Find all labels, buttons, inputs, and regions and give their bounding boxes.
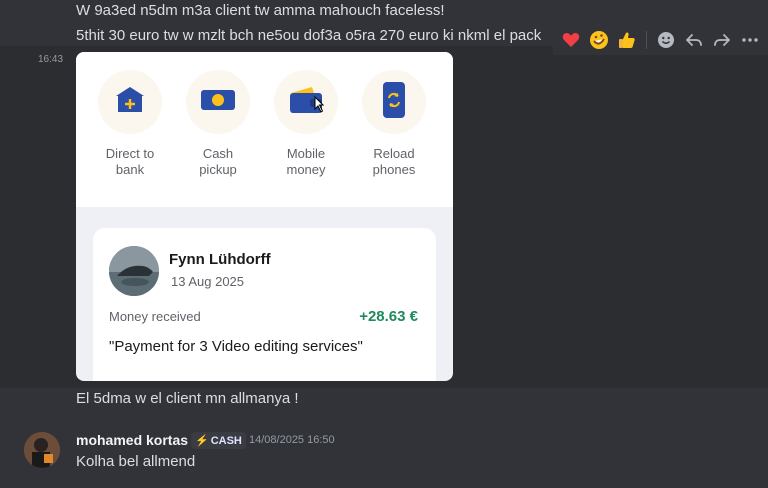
bank-icon — [114, 84, 146, 121]
payment-status: Money received — [109, 309, 201, 324]
option-mobile-money: Mobile money — [266, 70, 346, 178]
message-text-4: Kolha bel allmend — [76, 453, 196, 470]
message-timestamp: 14/08/2025 16:50 — [249, 434, 335, 446]
payment-amount: +28.63 € — [359, 308, 418, 325]
sender-name: Fynn Lühdorff — [169, 251, 271, 268]
option-cash-pickup: Cash pickup — [178, 70, 258, 178]
option-label: Mobile money — [286, 146, 326, 177]
heart-icon[interactable] — [559, 28, 583, 52]
option-direct-to-bank: Direct to bank — [90, 70, 170, 178]
wallet-icon — [288, 84, 325, 121]
payment-card: Fynn Lühdorff 13 Aug 2025 Money received… — [93, 228, 436, 381]
username[interactable]: mohamed kortas — [76, 432, 188, 448]
attachment-image[interactable]: Direct to bank Cash pickup Mobile money — [76, 52, 453, 381]
badge-label: CASH — [210, 434, 242, 447]
reply-icon[interactable] — [682, 28, 706, 52]
role-badge[interactable]: ⚡ CASH — [191, 432, 246, 449]
cash-icon — [200, 88, 236, 117]
message-text-2: 5thit 30 euro tw w mzlt bch ne5ou dof3a … — [76, 27, 542, 44]
message-text-3: El 5dma w el client mn allmanya ! — [76, 390, 299, 407]
message-timestamp: 16:43 — [38, 54, 64, 65]
rofl-emoji-icon[interactable] — [587, 28, 611, 52]
payment-note: "Payment for 3 Video editing services" — [109, 338, 363, 355]
more-icon[interactable] — [738, 28, 762, 52]
thumbs-up-icon[interactable] — [615, 28, 639, 52]
message-text-1: W 9a3ed n5dm m3a client tw amma mahouch … — [76, 2, 445, 19]
payment-date: 13 Aug 2025 — [171, 274, 245, 289]
forward-icon[interactable] — [710, 28, 734, 52]
actions-divider — [646, 31, 647, 49]
option-reload-phones: Reload phones — [354, 70, 434, 178]
option-label: Cash pickup — [199, 146, 237, 177]
phone-reload-icon — [381, 81, 407, 124]
transfer-options-panel: Direct to bank Cash pickup Mobile money — [76, 52, 453, 207]
sender-avatar — [109, 246, 159, 296]
message-actions-bar — [553, 25, 768, 55]
avatar[interactable] — [24, 432, 60, 468]
lightning-icon: ⚡ — [195, 435, 209, 447]
option-label: Direct to bank — [105, 146, 155, 177]
option-label: Reload phones — [372, 146, 416, 177]
add-reaction-icon[interactable] — [654, 28, 678, 52]
